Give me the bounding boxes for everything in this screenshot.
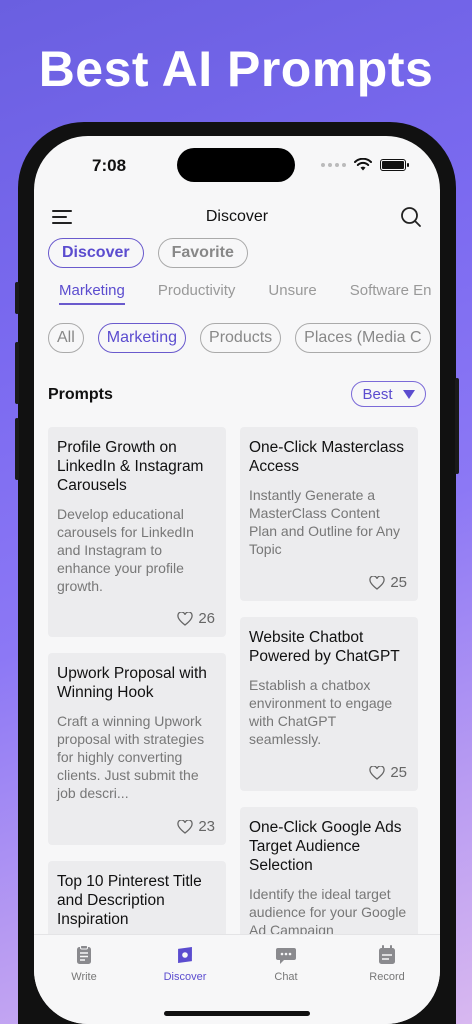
filter-all[interactable]: All <box>48 323 84 353</box>
like-count: 25 <box>390 764 407 781</box>
prompt-card[interactable]: Website Chatbot Powered by ChatGPT Estab… <box>240 617 418 791</box>
like-button[interactable]: 25 <box>369 574 407 591</box>
prompt-card[interactable]: One-Click Masterclass Access Instantly G… <box>240 427 418 601</box>
status-icons <box>321 158 409 171</box>
tab-write[interactable]: Write <box>44 945 124 983</box>
heart-icon <box>177 819 193 834</box>
card-title: One-Click Masterclass Access <box>249 439 405 475</box>
battery-icon <box>380 158 409 171</box>
phone-frame: 7:08 Discover Discover Favorite Marketin… <box>15 122 459 1024</box>
top-nav: Discover <box>34 198 440 238</box>
wifi-icon <box>354 158 372 171</box>
favorite-toggle[interactable]: Favorite <box>157 238 248 268</box>
page-title: Discover <box>205 208 269 225</box>
card-description: Identify the ideal target audience for y… <box>249 886 407 938</box>
signal-icon <box>321 162 346 167</box>
sort-dropdown[interactable]: Best <box>351 381 426 407</box>
card-description: Instantly Generate a MasterClass Content… <box>249 487 400 557</box>
search-icon[interactable] <box>400 206 422 228</box>
prompt-card[interactable]: Profile Growth on LinkedIn & Instagram C… <box>48 427 226 637</box>
tab-record[interactable]: Record <box>347 945 427 983</box>
bottom-tab-bar: Write Discover Chat Record <box>34 934 440 1024</box>
status-time: 7:08 <box>92 156 127 175</box>
like-button[interactable]: 23 <box>177 818 215 835</box>
tab-label: Chat <box>274 971 298 983</box>
card-description: Develop educational carousels for Linked… <box>57 506 194 594</box>
tab-label: Discover <box>163 971 207 983</box>
tab-discover[interactable]: Discover <box>145 945 225 983</box>
filter-marketing[interactable]: Marketing <box>97 323 187 353</box>
tab-software-engineering[interactable]: Software En <box>350 282 432 305</box>
card-title: Website Chatbot Powered by ChatGPT <box>249 629 400 665</box>
view-toggle: Discover Favorite <box>48 238 248 268</box>
like-count: 23 <box>198 818 215 835</box>
like-count: 25 <box>390 574 407 591</box>
card-title: Upwork Proposal with Winning Hook <box>57 665 207 701</box>
filter-products[interactable]: Products <box>200 323 282 353</box>
tab-label: Record <box>369 971 405 983</box>
chat-bubble-icon <box>276 948 296 964</box>
prompt-card[interactable]: Upwork Proposal with Winning Hook Craft … <box>48 653 226 845</box>
discover-toggle[interactable]: Discover <box>48 238 144 268</box>
card-description: Establish a chatbox environment to engag… <box>249 677 393 747</box>
card-title: Profile Growth on LinkedIn & Instagram C… <box>57 439 204 494</box>
home-indicator <box>164 1011 310 1016</box>
like-button[interactable]: 26 <box>177 610 215 627</box>
dynamic-island <box>177 148 295 182</box>
subcategory-filters: All Marketing Products Places (Media C <box>48 323 431 353</box>
filter-places[interactable]: Places (Media C <box>295 323 431 353</box>
heart-icon <box>369 765 385 780</box>
tab-chat[interactable]: Chat <box>246 945 326 983</box>
phone-button <box>15 282 19 314</box>
heart-icon <box>369 575 385 590</box>
chevron-down-icon <box>402 389 415 399</box>
category-tabs: Marketing Productivity Unsure Software E… <box>59 282 431 305</box>
app-screen: 7:08 Discover Discover Favorite Marketin… <box>34 136 440 1024</box>
like-button[interactable]: 25 <box>369 764 407 781</box>
card-title: Top 10 Pinterest Title and Description I… <box>57 873 202 928</box>
hero-title: Best AI Prompts <box>38 41 434 97</box>
tab-productivity[interactable]: Productivity <box>158 282 236 305</box>
phone-button <box>15 418 19 480</box>
heart-icon <box>177 611 193 626</box>
section-heading: Prompts <box>48 386 113 403</box>
compass-icon <box>178 946 192 964</box>
tab-unsure[interactable]: Unsure <box>268 282 316 305</box>
card-title: One-Click Google Ads Target Audience Sel… <box>249 819 402 874</box>
phone-button <box>15 342 19 404</box>
phone-button <box>455 378 459 474</box>
status-bar: 7:08 <box>34 136 440 188</box>
record-icon <box>379 945 395 964</box>
tab-marketing[interactable]: Marketing <box>59 282 125 305</box>
like-count: 26 <box>198 610 215 627</box>
sort-label: Best <box>362 385 393 403</box>
clipboard-icon <box>77 945 91 964</box>
card-description: Craft a winning Upwork proposal with str… <box>57 713 205 801</box>
tab-label: Write <box>71 971 97 983</box>
